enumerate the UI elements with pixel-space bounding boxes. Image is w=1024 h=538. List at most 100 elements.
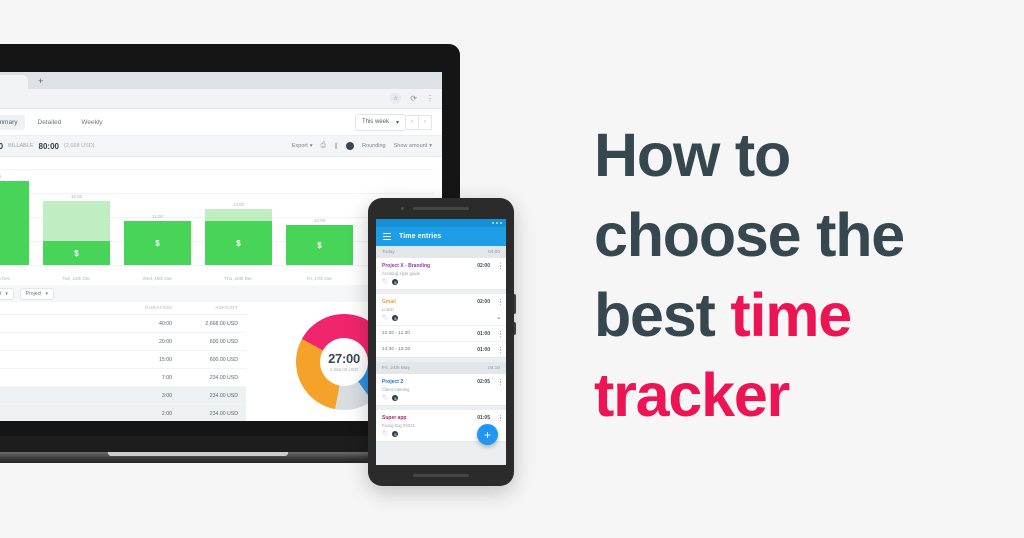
chart-bar[interactable]: 16:00 $ [43, 169, 110, 265]
entry-subrow[interactable]: 14:30 - 15:30 01:00 [376, 341, 506, 357]
time-entry[interactable]: Project 2 Client meeting 🏷 $02:05 [376, 374, 506, 405]
chart-bar[interactable]: 21:00 $ [0, 169, 29, 265]
tag-icon[interactable]: 🏷 [382, 279, 388, 285]
front-camera-icon [401, 207, 404, 210]
laptop-trackpad-notch [108, 452, 288, 456]
donut-total-amount: 2,668.00 USD [329, 367, 359, 372]
time-entry-card[interactable]: Gmail Lunch 🏷 $02:00 ▴ 10:30 - 11:30 01:00 14:3… [376, 294, 506, 358]
table-row[interactable]: Office 7:00 234.00 USD [0, 369, 246, 387]
filter-project[interactable]: Project ▾ [19, 287, 54, 300]
entry-menu-icon[interactable] [499, 299, 501, 305]
rounding-toggle[interactable] [346, 142, 355, 150]
chart-bar[interactable]: 10:00 $ [286, 169, 353, 265]
billable-icon[interactable]: $ [392, 315, 399, 321]
time-entry-card[interactable]: Project X - Branding Creating style guide… [376, 258, 506, 290]
time-entry-card[interactable]: Project 2 Client meeting 🏷 $02:05 [376, 374, 506, 406]
headline-line-2: choose the [594, 200, 905, 269]
chevron-up-icon[interactable]: ▴ [497, 315, 500, 321]
entry-menu-icon[interactable] [499, 379, 501, 385]
entry-menu-icon[interactable] [499, 263, 501, 269]
entry-menu-icon[interactable] [499, 415, 501, 421]
billable-icon[interactable]: $ [392, 395, 399, 401]
tag-icon[interactable]: 🏷 [382, 431, 388, 437]
entry-description: Creating style guide [382, 271, 420, 276]
phone-bottom-speaker [413, 474, 469, 477]
row-title: James White [0, 321, 118, 327]
entry-subrow[interactable]: 10:30 - 11:30 01:00 [376, 325, 506, 341]
add-entry-fab[interactable]: + [477, 424, 498, 445]
app-summary-toolbar: TOTAL 100:00 BILLABLE 80:00 (2,668 USD) … [0, 136, 442, 157]
volume-button[interactable] [513, 294, 516, 314]
subrow-menu-icon[interactable] [499, 347, 501, 353]
x-axis-label: Tue, 14th Dec [62, 276, 91, 281]
filter-client[interactable]: Client ▾ [0, 287, 14, 300]
hamburger-menu-icon[interactable] [383, 233, 391, 240]
headline-line-3: best time [594, 280, 852, 349]
headline-line-4: tracker [594, 360, 790, 429]
kebab-menu-icon[interactable]: ⋮ [426, 94, 434, 104]
billable-icon[interactable]: $ [392, 431, 399, 437]
print-icon[interactable]: ⎙ [321, 142, 327, 150]
group-date-label: Today [382, 249, 395, 255]
reload-icon[interactable]: ⟳ [410, 94, 417, 104]
row-title: Office [0, 375, 118, 381]
tab-weekly[interactable]: Weekly [74, 115, 109, 130]
share-icon[interactable]: ⟪ [334, 142, 338, 150]
entry-duration: 02:00 [477, 263, 490, 269]
time-entry[interactable]: Project X - Branding Creating style guide… [376, 258, 506, 289]
subrow-duration: 01:00 [477, 331, 490, 337]
show-amount-label: Show amount [393, 143, 428, 149]
next-period-button[interactable]: › [419, 114, 432, 130]
row-title: Designing for client [0, 393, 118, 399]
date-group-header: Today 04:00 [376, 246, 506, 258]
donut-chart: 27:00 2,668.00 USD [296, 313, 392, 410]
table-row[interactable]: Project X 15:00 600.00 USD [0, 351, 246, 369]
chevron-down-icon: ▾ [309, 143, 313, 149]
chart-bar[interactable]: 14:00 $ [205, 169, 272, 265]
row-duration: 15:00 [159, 356, 172, 363]
show-amount-dropdown[interactable]: Show amount ▾ [394, 143, 432, 149]
table-body: James White 40:00 2,668.00 USD Jackie White… [0, 315, 246, 421]
table-row[interactable]: Designing for client 3:00 234.00 USD [0, 387, 246, 405]
chart-bar[interactable]: 11:00 $ [124, 169, 191, 265]
column-amount[interactable]: AMOUNT [172, 306, 238, 311]
billable-label: BILLABLE [8, 143, 34, 149]
entry-meta: 🏷 $ [382, 395, 500, 401]
column-title[interactable]: TITLE [0, 306, 118, 311]
table-header-row: TITLE DURATION AMOUNT [0, 302, 246, 315]
billable-amount: (2,668 USD) [64, 143, 95, 149]
toolbar-actions: Export ▾ ⎙ ⟪ Rounding Show amount ▾ [292, 142, 432, 150]
donut-center: 27:00 2,668.00 USD [296, 314, 392, 410]
export-button[interactable]: Export ▾ [292, 143, 313, 149]
filter-project-label: Project [25, 290, 42, 297]
row-amount: 2,668.00 USD [205, 320, 238, 327]
bar-total-label: 21:00 [0, 174, 29, 179]
column-duration[interactable]: DURATION [118, 306, 172, 311]
browser-tab[interactable] [0, 75, 28, 89]
bar-segment-billable: $ [124, 221, 191, 265]
billable-dollar-icon: $ [236, 238, 241, 248]
table-row[interactable]: James White 40:00 2,668.00 USD [0, 315, 246, 333]
page-title: How to choose the best time tracker [594, 116, 994, 436]
chevron-down-icon: ▾ [45, 290, 48, 297]
time-entry[interactable]: Gmail Lunch 🏷 $02:00 ▴ [376, 294, 506, 325]
tab-summary[interactable]: Summary [0, 114, 25, 130]
bar-total-label: 11:00 [152, 214, 163, 219]
table-row[interactable]: Fixing bug fix items 2:00 234.00 USD [0, 405, 246, 421]
period-selector: This week ▾ ‹ › [354, 113, 432, 131]
row-amount: 600.00 USD [209, 356, 238, 363]
row-amount: 234.00 USD [209, 410, 238, 417]
period-dropdown[interactable]: This week ▾ [354, 113, 406, 131]
browser-url-bar[interactable]: app ☆ ⟳ ⋮ [0, 89, 442, 109]
report-table: TITLE DURATION AMOUNT James White 40:00 2,… [0, 302, 246, 421]
new-tab-button[interactable]: + [38, 77, 43, 86]
billable-icon[interactable]: $ [392, 279, 399, 285]
power-button[interactable] [513, 322, 516, 335]
tab-detailed[interactable]: Detailed [31, 115, 69, 130]
subrow-menu-icon[interactable] [499, 331, 501, 337]
wifi-icon [496, 222, 498, 224]
prev-period-button[interactable]: ‹ [406, 114, 419, 130]
star-icon[interactable]: ☆ [390, 93, 402, 104]
table-row[interactable]: Jackie White 20:00 600.00 USD [0, 333, 246, 351]
billable-dollar-icon: $ [155, 238, 160, 248]
